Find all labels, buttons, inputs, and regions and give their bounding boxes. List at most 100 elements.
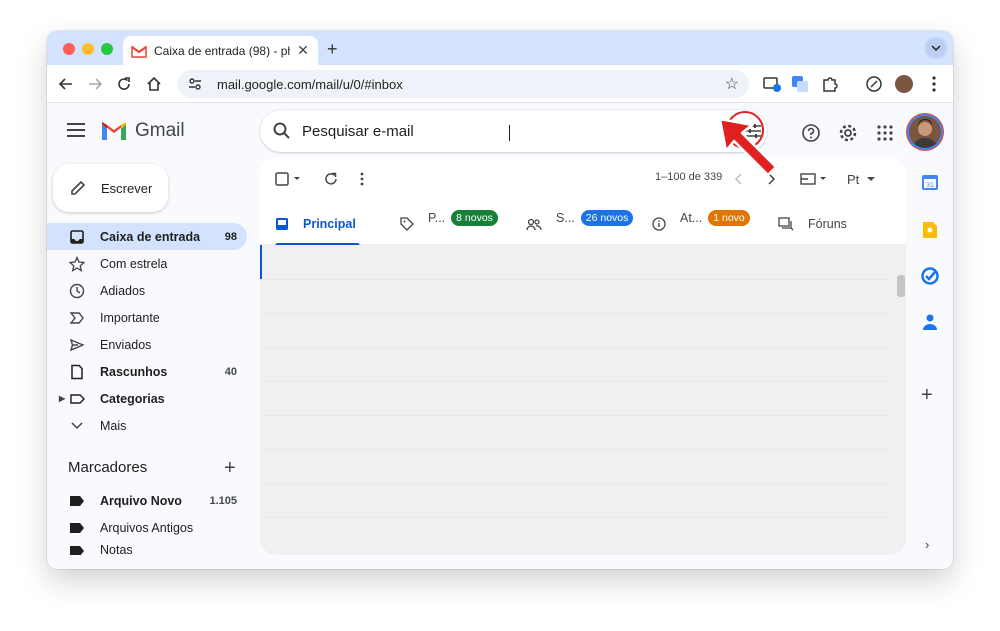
- sidebar-item-drafts[interactable]: Rascunhos 40: [47, 358, 247, 385]
- input-tools-button[interactable]: Pt: [847, 169, 877, 189]
- compose-button[interactable]: Escrever: [53, 164, 168, 212]
- tab-label: Fóruns: [808, 217, 847, 231]
- email-list[interactable]: [260, 245, 906, 555]
- address-bar[interactable]: mail.google.com/mail/u/0/#inbox ☆: [177, 70, 749, 98]
- arrow-left-icon: [58, 78, 72, 90]
- tab-promocoes[interactable]: P... 8 novos: [400, 203, 498, 245]
- translate-extension-icon[interactable]: [791, 75, 809, 93]
- tab-label: At...: [680, 211, 703, 225]
- sidebar-item-label: Enviados: [100, 337, 152, 352]
- main-menu-icon[interactable]: [67, 123, 85, 137]
- forward-button[interactable]: [85, 74, 105, 94]
- select-checkbox-dropdown[interactable]: [275, 169, 303, 189]
- add-label-button[interactable]: +: [224, 457, 236, 480]
- sidebar-item-label: Importante: [100, 310, 160, 325]
- star-icon: [69, 255, 85, 272]
- url-text: mail.google.com/mail/u/0/#inbox: [217, 76, 403, 92]
- maximize-window-button[interactable]: [101, 43, 113, 55]
- leaf-extension-icon[interactable]: [865, 75, 883, 93]
- clock-icon: [69, 283, 85, 299]
- sidebar-item-label: Rascunhos: [100, 364, 168, 379]
- new-count-badge: 26 novos: [580, 210, 634, 226]
- new-tab-button[interactable]: +: [327, 39, 338, 60]
- calendar-icon[interactable]: 31: [921, 173, 939, 191]
- forum-icon: [778, 217, 794, 231]
- extensions-puzzle-icon[interactable]: [821, 75, 839, 93]
- search-icon[interactable]: [272, 121, 292, 141]
- pencil-icon: [71, 180, 86, 195]
- label-name: Arquivos Antigos: [100, 520, 194, 535]
- label-icon: [69, 543, 85, 555]
- cast-extension-icon[interactable]: [763, 75, 781, 93]
- sidebar-item-label: Com estrela: [100, 256, 168, 271]
- svg-text:31: 31: [926, 182, 934, 189]
- row-divider: [260, 381, 890, 382]
- scrollbar-thumb[interactable]: [897, 275, 905, 297]
- density-toggle-button[interactable]: [800, 169, 828, 189]
- unread-count: 98: [224, 230, 237, 243]
- sidebar-item-snoozed[interactable]: Adiados: [47, 277, 247, 304]
- help-icon[interactable]: [800, 122, 822, 144]
- apps-grid-icon[interactable]: [874, 122, 896, 144]
- minimize-window-button[interactable]: [82, 43, 94, 55]
- search-input[interactable]: [302, 122, 702, 140]
- more-actions-button[interactable]: [360, 169, 364, 189]
- tab-title: Caixa de entrada (98) - philfa: [154, 43, 290, 58]
- get-addons-button[interactable]: +: [921, 384, 933, 407]
- sidebar-item-important[interactable]: Importante: [47, 304, 247, 331]
- compose-label: Escrever: [101, 180, 153, 196]
- gmail-favicon-icon: [131, 44, 147, 58]
- expand-arrow-icon[interactable]: ▶: [59, 394, 65, 403]
- gmail-logo-icon[interactable]: [100, 120, 128, 142]
- refresh-button[interactable]: [324, 169, 338, 189]
- input-tools-label: Pt: [847, 171, 860, 187]
- drafts-count: 40: [224, 365, 237, 378]
- tab-principal[interactable]: Principal: [275, 203, 360, 246]
- tab-foruns[interactable]: Fóruns: [778, 203, 847, 245]
- label-item-arquivos-antigos[interactable]: Arquivos Antigos: [47, 514, 247, 541]
- sidebar-nav: Caixa de entrada 98 Com estrela Adiados …: [47, 223, 247, 439]
- keep-icon[interactable]: [921, 221, 939, 239]
- label-icon: [69, 520, 85, 536]
- show-side-panel-chevron-icon[interactable]: ›: [925, 537, 929, 552]
- sidebar-item-starred[interactable]: Com estrela: [47, 250, 247, 277]
- label-item-notas[interactable]: Notas: [47, 541, 247, 555]
- row-divider: [260, 517, 890, 518]
- settings-gear-icon[interactable]: [837, 122, 859, 144]
- browser-tab[interactable]: Caixa de entrada (98) - philfa ✕: [123, 36, 318, 65]
- close-window-button[interactable]: [63, 43, 75, 55]
- labels-heading: Marcadores: [68, 459, 148, 476]
- mail-list-panel: 1–100 de 339 Pt Principal P... 8 novos S…: [260, 157, 906, 555]
- caret-down-icon: [867, 177, 876, 181]
- sidebar-item-more[interactable]: Mais: [47, 412, 247, 439]
- account-avatar[interactable]: [909, 116, 941, 148]
- label-item-arquivo-novo[interactable]: Arquivo Novo 1.105: [47, 487, 247, 514]
- people-icon: [526, 218, 542, 231]
- contacts-icon[interactable]: [921, 313, 939, 331]
- tab-close-icon[interactable]: ✕: [296, 42, 310, 59]
- sidebar-item-label: Categorias: [100, 391, 165, 406]
- site-settings-icon[interactable]: [187, 76, 203, 92]
- browser-menu-icon[interactable]: [925, 75, 943, 93]
- tab-search-button[interactable]: [925, 37, 947, 59]
- back-button[interactable]: [56, 74, 76, 94]
- row-focus-indicator: [260, 245, 262, 279]
- profile-avatar-icon[interactable]: [895, 75, 913, 93]
- tab-social[interactable]: S... 26 novos: [526, 203, 634, 245]
- tasks-icon[interactable]: [921, 267, 939, 285]
- row-divider: [260, 313, 890, 314]
- tab-atualizacoes[interactable]: At... 1 novo: [652, 203, 750, 245]
- sidebar-item-categories[interactable]: ▶ Categorias: [47, 385, 247, 412]
- sidebar-item-inbox[interactable]: Caixa de entrada 98: [47, 223, 247, 250]
- row-divider: [260, 449, 890, 450]
- home-button[interactable]: [144, 74, 164, 94]
- row-divider: [260, 347, 890, 348]
- sidebar-item-label: Caixa de entrada: [100, 229, 201, 244]
- chevron-down-icon: [69, 418, 85, 434]
- bookmark-star-icon[interactable]: ☆: [725, 74, 739, 94]
- sidebar-item-sent[interactable]: Enviados: [47, 331, 247, 358]
- info-icon: [652, 217, 666, 231]
- reload-button[interactable]: [114, 74, 134, 94]
- search-bar[interactable]: [260, 110, 767, 152]
- row-divider: [260, 279, 890, 280]
